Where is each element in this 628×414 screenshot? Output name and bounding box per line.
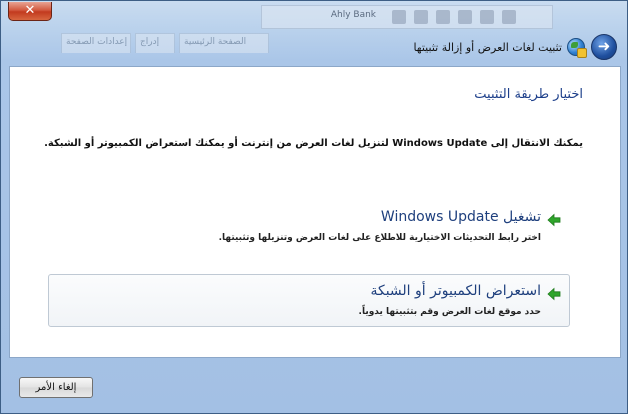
title-bar: ➜ تثبيت لغات العرض أو إزالة تثبيتها bbox=[413, 33, 617, 61]
dialog-window: إعدادات الصفحة إدراج الصفحة الرئيسية Ahl… bbox=[0, 0, 628, 414]
option-browse-computer[interactable]: استعراض الكمبيوتر أو الشبكة حدد موقع لغا… bbox=[48, 274, 570, 327]
page-heading: اختيار طريقة التثبيت bbox=[474, 87, 583, 102]
intro-text: يمكنك الانتقال إلى Windows Update لتنزيل… bbox=[44, 138, 583, 149]
back-button[interactable]: ➜ bbox=[591, 34, 617, 60]
background-tool-icon bbox=[436, 10, 450, 24]
background-tool-icon bbox=[480, 10, 494, 24]
cancel-button[interactable]: إلغاء الأمر bbox=[19, 377, 93, 398]
back-arrow-icon: ➜ bbox=[597, 37, 611, 55]
background-tool-icon bbox=[458, 10, 472, 24]
content-panel: اختيار طريقة التثبيت يمكنك الانتقال إلى … bbox=[9, 66, 621, 358]
background-toolbar: Ahly Bank bbox=[261, 5, 553, 29]
background-ribbon: إعدادات الصفحة إدراج الصفحة الرئيسية bbox=[61, 3, 291, 63]
option-title: تشغيل Windows Update bbox=[380, 209, 541, 225]
close-icon: ✕ bbox=[24, 3, 36, 18]
background-tool-icon bbox=[392, 10, 406, 24]
background-tab: إدراج bbox=[135, 33, 175, 53]
background-tool-icon bbox=[414, 10, 428, 24]
background-tab: إعدادات الصفحة bbox=[61, 33, 131, 53]
green-arrow-icon bbox=[547, 287, 561, 301]
option-title: استعراض الكمبيوتر أو الشبكة bbox=[370, 283, 541, 299]
green-arrow-icon bbox=[547, 213, 561, 227]
globe-language-icon bbox=[567, 38, 587, 58]
window-title: تثبيت لغات العرض أو إزالة تثبيتها bbox=[413, 40, 562, 54]
option-description: اختر رابط التحديثات الاختيارية للاطلاع ع… bbox=[218, 233, 541, 243]
option-windows-update[interactable]: تشغيل Windows Update اختر رابط التحديثات… bbox=[48, 200, 570, 253]
option-description: حدد موقع لغات العرض وقم بتثبيتها يدوياً. bbox=[358, 307, 541, 317]
background-toolbar-label: Ahly Bank bbox=[330, 10, 376, 20]
close-button[interactable]: ✕ bbox=[8, 2, 52, 21]
background-tab: الصفحة الرئيسية bbox=[179, 33, 269, 53]
background-tool-icon bbox=[502, 10, 516, 24]
